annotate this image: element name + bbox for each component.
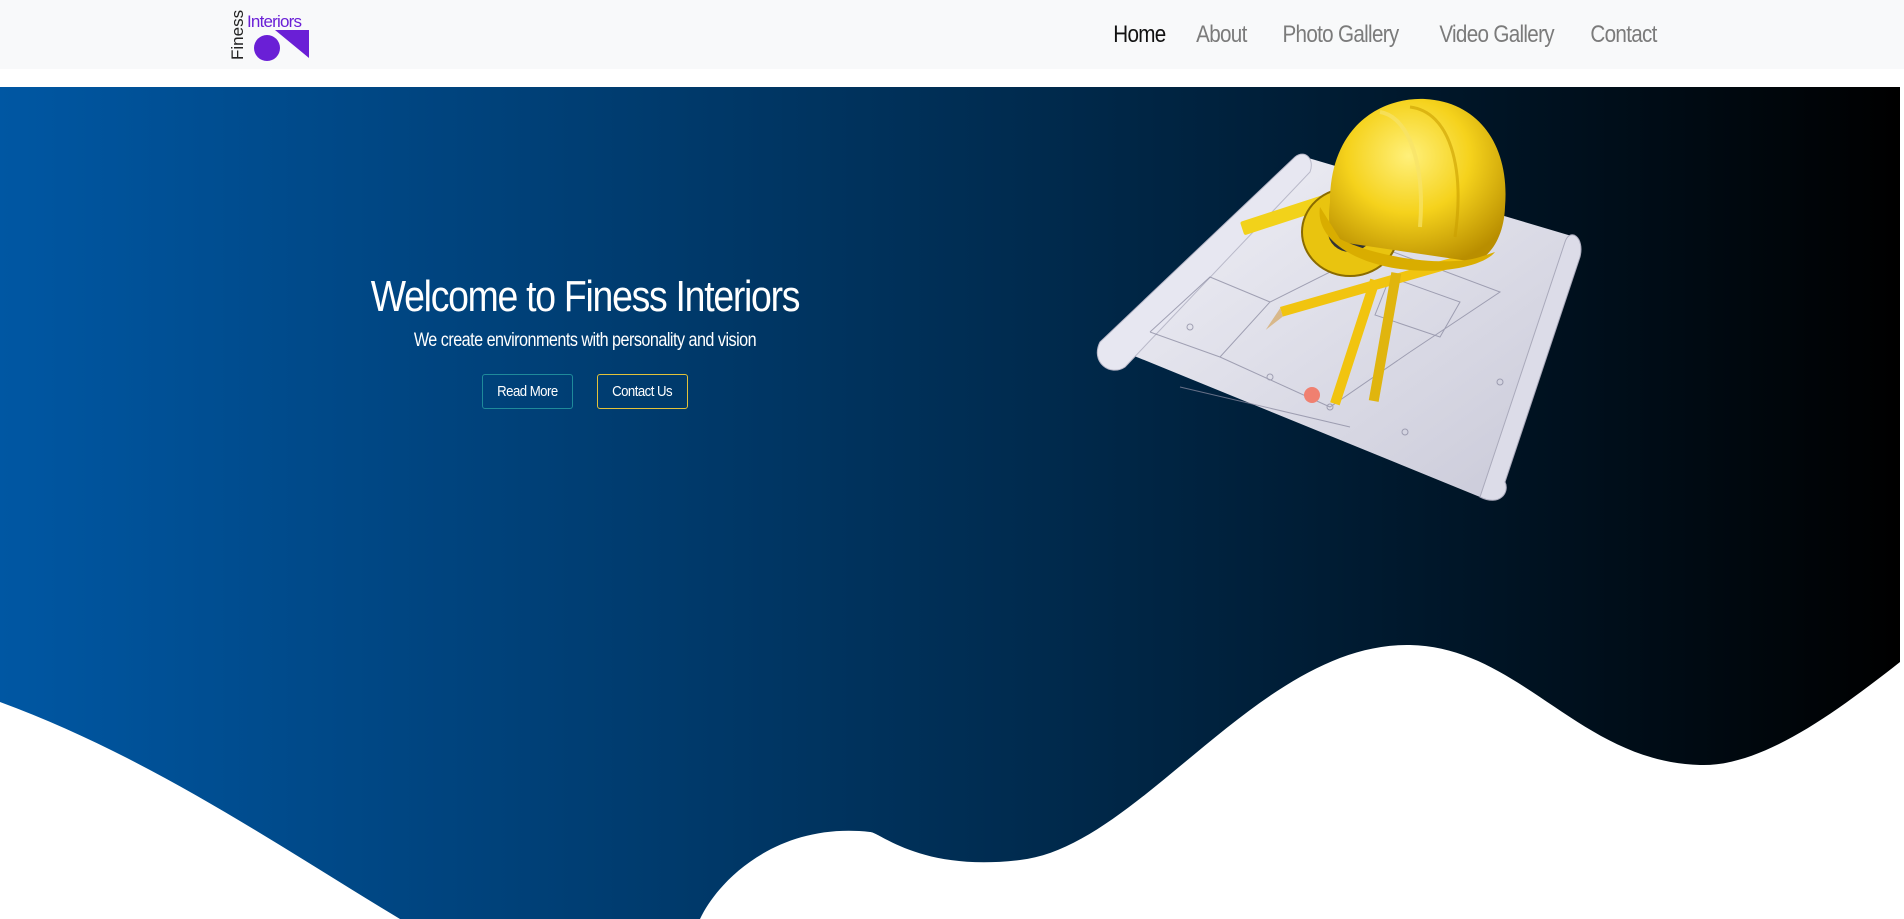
hero-buttons: Read More Contact Us <box>300 374 870 409</box>
logo-icon: Finess Interiors <box>230 10 309 61</box>
main-nav: Home About Photo Gallery Video Gallery C… <box>1109 0 1662 69</box>
nav-contact-link[interactable]: Contact <box>1590 21 1657 49</box>
hardhat-blueprint-illustration <box>1096 98 1582 501</box>
nav-about-link[interactable]: About <box>1196 21 1247 49</box>
nav-video-gallery-link[interactable]: Video Gallery <box>1439 21 1554 49</box>
nav-home-link[interactable]: Home <box>1113 21 1166 49</box>
nav-photo-gallery-link[interactable]: Photo Gallery <box>1282 21 1399 49</box>
brand-logo[interactable]: Finess Interiors <box>230 8 310 62</box>
read-more-button[interactable]: Read More <box>482 374 574 409</box>
svg-text:Interiors: Interiors <box>247 12 302 31</box>
read-more-label: Read More <box>497 383 559 400</box>
hero-title: Welcome to Finess Interiors <box>370 272 801 321</box>
contact-us-button[interactable]: Contact Us <box>597 374 688 409</box>
hero-section: Welcome to Finess Interiors We create en… <box>0 87 1900 919</box>
top-navbar: Finess Interiors Home About Photo Galler… <box>0 0 1904 69</box>
svg-text:Finess: Finess <box>230 10 247 60</box>
hero-subtitle: We create environments with personality … <box>413 330 757 351</box>
hero-wave-background <box>0 87 1900 919</box>
contact-us-label: Contact Us <box>612 383 673 400</box>
hero-text-block: Welcome to Finess Interiors We create en… <box>300 272 870 409</box>
